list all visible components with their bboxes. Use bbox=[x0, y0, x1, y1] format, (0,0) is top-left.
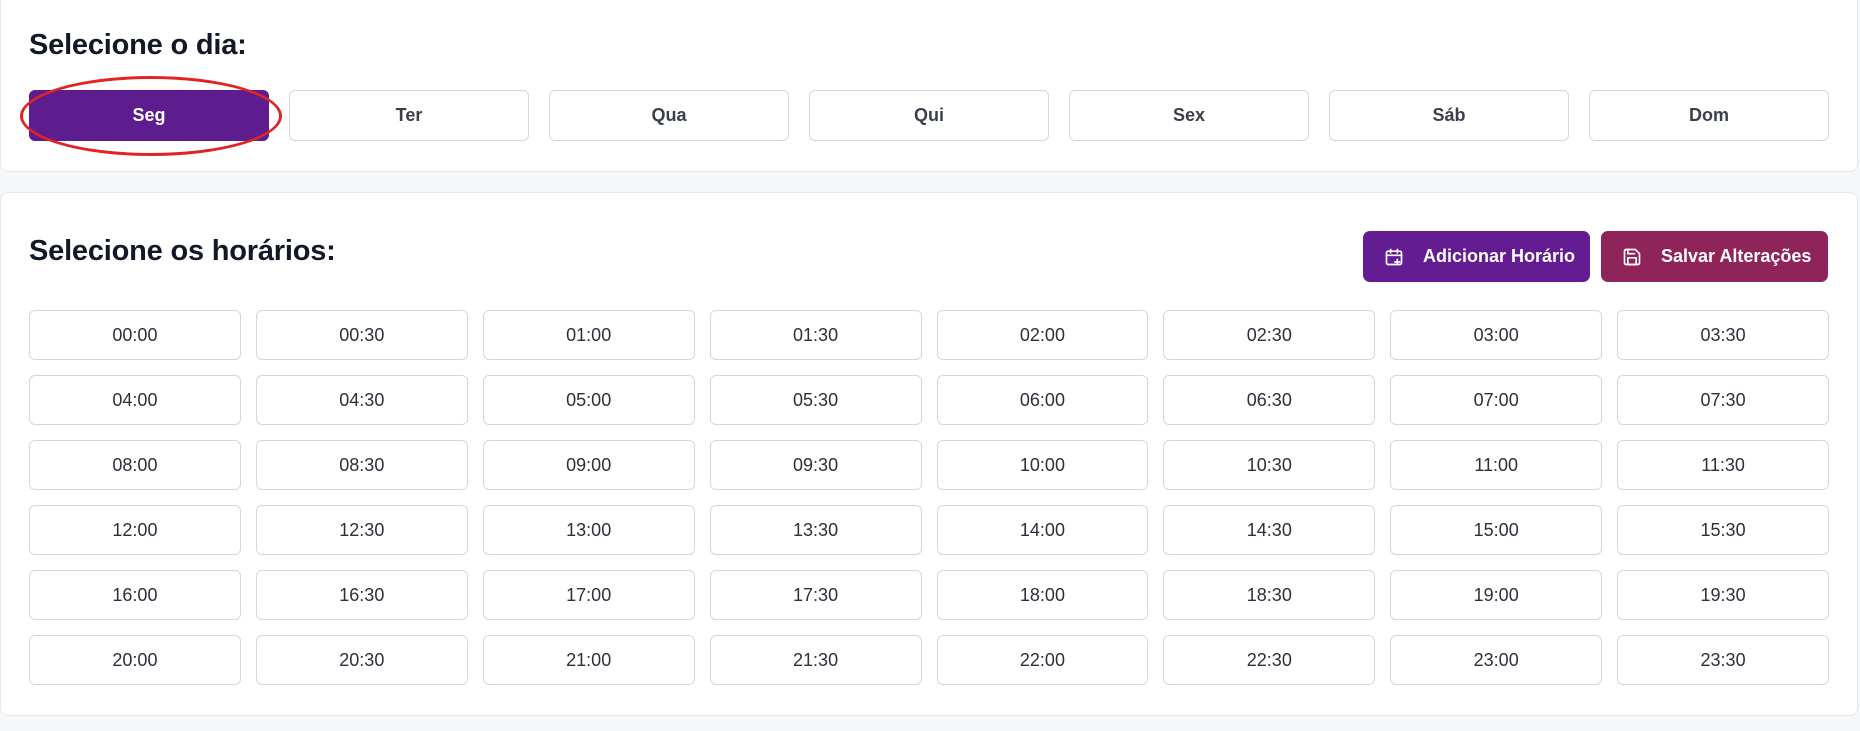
time-slot-button[interactable]: 10:30 bbox=[1163, 440, 1376, 490]
time-slot-button[interactable]: 18:30 bbox=[1163, 570, 1376, 620]
day-button[interactable]: Sex bbox=[1069, 90, 1309, 141]
time-slot-button[interactable]: 02:30 bbox=[1163, 310, 1376, 360]
time-slot-button[interactable]: 11:00 bbox=[1390, 440, 1603, 490]
time-slot-button[interactable]: 15:00 bbox=[1390, 505, 1603, 555]
time-slot-button[interactable]: 04:00 bbox=[29, 375, 241, 425]
time-slot-button[interactable]: 02:00 bbox=[936, 310, 1149, 360]
time-slot-button[interactable]: 08:00 bbox=[29, 440, 241, 490]
day-button[interactable]: Sáb bbox=[1329, 90, 1569, 141]
time-slot-button[interactable]: 05:00 bbox=[482, 375, 695, 425]
day-button-label: Sex bbox=[1172, 105, 1206, 125]
add-time-button[interactable]: Adicionar Horário bbox=[1363, 231, 1590, 282]
time-slot-button[interactable]: 20:30 bbox=[255, 635, 468, 685]
day-button[interactable]: Ter bbox=[289, 90, 529, 141]
time-slot-button[interactable]: 21:30 bbox=[709, 635, 922, 685]
time-slot-button[interactable]: 19:00 bbox=[1390, 570, 1603, 620]
time-slot-button[interactable]: 22:00 bbox=[936, 635, 1149, 685]
time-slot-button[interactable]: 01:30 bbox=[709, 310, 922, 360]
time-slot-button[interactable]: 03:30 bbox=[1617, 310, 1829, 360]
add-time-button-label: Adicionar Horário bbox=[1423, 246, 1576, 266]
time-section-title: Selecione os horários: bbox=[29, 235, 336, 267]
time-slot-button[interactable]: 12:30 bbox=[255, 505, 468, 555]
time-slot-button[interactable]: 01:00 bbox=[482, 310, 695, 360]
day-button[interactable]: Qua bbox=[549, 90, 789, 141]
time-slot-button[interactable]: 06:30 bbox=[1163, 375, 1376, 425]
day-button[interactable]: Qui bbox=[809, 90, 1049, 141]
day-selector: Seg Ter Qua Qui Sex Sáb Dom bbox=[20, 76, 1829, 156]
time-slot-button[interactable]: 14:30 bbox=[1163, 505, 1376, 555]
time-slot-button[interactable]: 21:00 bbox=[482, 635, 695, 685]
day-button[interactable]: Dom bbox=[1589, 90, 1829, 141]
save-changes-button[interactable]: Salvar Alterações bbox=[1601, 231, 1828, 282]
day-button-label: Sáb bbox=[1432, 105, 1466, 125]
time-slot-grid: 00:00 00:30 01:00 01:30 02:00 02:30 03:00 03:30… bbox=[29, 310, 1829, 685]
time-slot-button[interactable]: 08:30 bbox=[255, 440, 468, 490]
time-slot-button[interactable]: 00:30 bbox=[255, 310, 468, 360]
time-slot-button[interactable]: 03:00 bbox=[1390, 310, 1603, 360]
time-slot-button[interactable]: 14:00 bbox=[936, 505, 1149, 555]
time-slot-button[interactable]: 09:30 bbox=[709, 440, 922, 490]
time-slot-button[interactable]: 11:30 bbox=[1617, 440, 1829, 490]
day-button-label: Qua bbox=[651, 105, 687, 125]
time-slot-button[interactable]: 15:30 bbox=[1617, 505, 1829, 555]
day-section-title: Selecione o dia: bbox=[29, 29, 247, 61]
time-slot-button[interactable]: 16:00 bbox=[29, 570, 241, 620]
time-slot-button[interactable]: 16:30 bbox=[255, 570, 468, 620]
day-button-label: Seg bbox=[132, 105, 166, 125]
time-slot-button[interactable]: 17:30 bbox=[709, 570, 922, 620]
day-button-label: Qui bbox=[914, 105, 944, 125]
time-slot-button[interactable]: 05:30 bbox=[709, 375, 922, 425]
time-slot-button[interactable]: 23:00 bbox=[1390, 635, 1603, 685]
time-slot-button[interactable]: 06:00 bbox=[936, 375, 1149, 425]
time-slot-button[interactable]: 17:00 bbox=[482, 570, 695, 620]
calendar-plus-icon bbox=[1383, 246, 1405, 268]
time-slot-button[interactable]: 23:30 bbox=[1617, 635, 1829, 685]
time-slot-button[interactable]: 00:00 bbox=[29, 310, 241, 360]
time-slot-button[interactable]: 22:30 bbox=[1163, 635, 1376, 685]
time-slot-button[interactable]: 09:00 bbox=[482, 440, 695, 490]
save-icon bbox=[1621, 246, 1643, 268]
time-slot-button[interactable]: 19:30 bbox=[1617, 570, 1829, 620]
time-slot-button[interactable]: 13:00 bbox=[482, 505, 695, 555]
time-slot-button[interactable]: 07:00 bbox=[1390, 375, 1603, 425]
time-slot-button[interactable]: 10:00 bbox=[936, 440, 1149, 490]
time-slot-button[interactable]: 20:00 bbox=[29, 635, 241, 685]
day-button-label: Ter bbox=[395, 105, 423, 125]
day-selection-card: Selecione o dia: Seg Ter Qua Qui Sex Sáb Dom bbox=[0, 0, 1858, 172]
time-slot-button[interactable]: 04:30 bbox=[255, 375, 468, 425]
save-changes-button-label: Salvar Alterações bbox=[1661, 246, 1812, 266]
time-slot-button[interactable]: 07:30 bbox=[1617, 375, 1829, 425]
time-slot-button[interactable]: 13:30 bbox=[709, 505, 922, 555]
time-slot-button[interactable]: 18:00 bbox=[936, 570, 1149, 620]
day-button-label: Dom bbox=[1689, 105, 1729, 125]
time-slot-button[interactable]: 12:00 bbox=[29, 505, 241, 555]
day-button[interactable]: Seg bbox=[20, 76, 282, 156]
time-selection-card: Selecione os horários: Adicionar Horário… bbox=[0, 192, 1858, 716]
